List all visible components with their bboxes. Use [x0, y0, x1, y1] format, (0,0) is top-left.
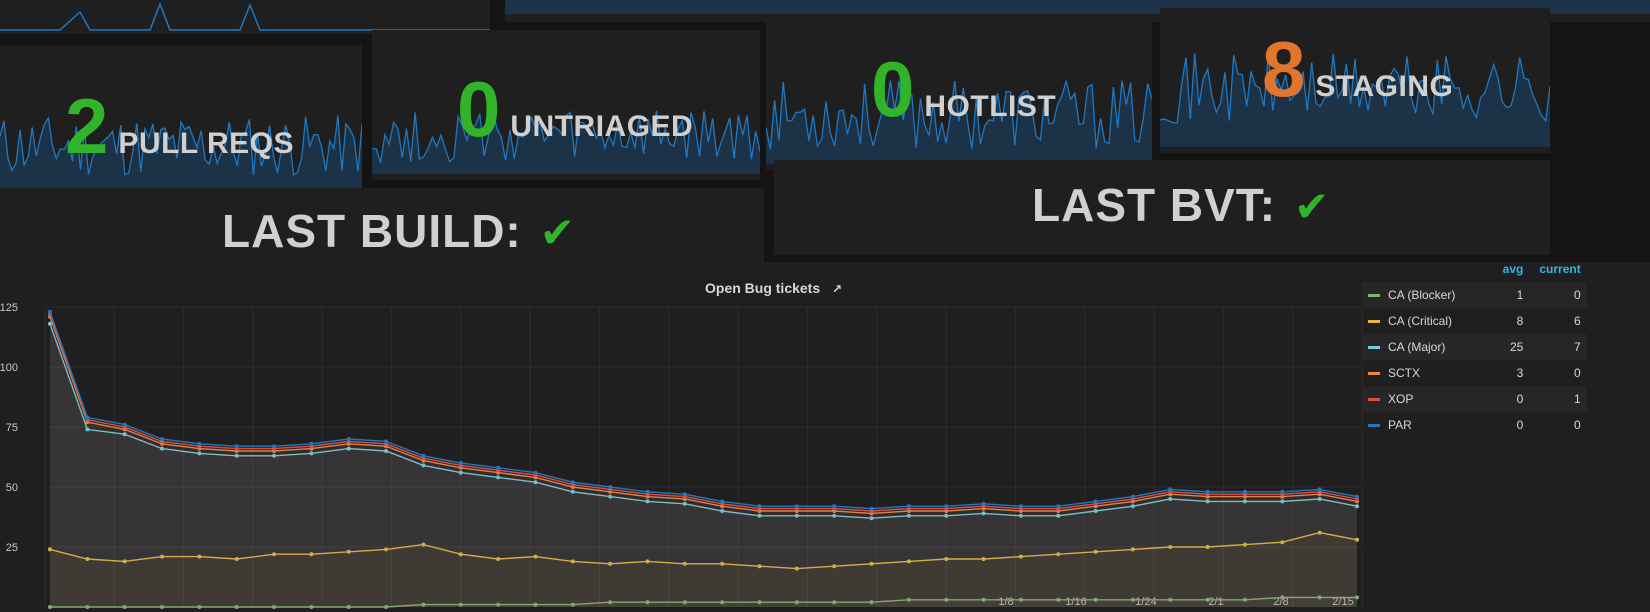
legend-current-value: 0: [1574, 418, 1581, 432]
data-point: [272, 444, 277, 449]
pull-reqs-count: 2: [65, 82, 109, 170]
data-point: [384, 439, 389, 444]
legend-current-value: 6: [1574, 314, 1581, 328]
stat-panel-hotlist[interactable]: 0 HOTLIST: [766, 22, 1152, 170]
legend-series-name: CA (Critical): [1388, 314, 1453, 328]
data-point: [458, 461, 463, 465]
data-point: [533, 470, 538, 475]
legend-header-avg[interactable]: avg: [1488, 262, 1529, 282]
data-point: [1205, 489, 1210, 494]
data-point: [720, 499, 725, 504]
data-point: [197, 441, 202, 446]
bug-chart: 2550751001251/8 1/16 1/24 2/1 2/8 2/15: [0, 302, 1363, 609]
last-build-panel: LAST BUILD: ✔: [0, 188, 764, 268]
last-build-label: LAST BUILD:: [222, 205, 522, 257]
legend-swatch: [1368, 372, 1380, 376]
data-point: [832, 504, 837, 509]
last-bvt-panel: LAST BVT: ✔: [774, 160, 1550, 255]
legend-avg-value: 3: [1516, 366, 1524, 380]
y-tick-label: 25: [6, 542, 18, 554]
y-tick-label: 125: [0, 302, 18, 314]
data-point: [645, 489, 650, 494]
data-point: [570, 480, 575, 485]
legend-swatch: [1368, 346, 1380, 350]
data-point: [1093, 499, 1098, 504]
data-point: [234, 444, 239, 449]
legend-swatch: [1368, 424, 1380, 428]
legend-avg-value: 25: [1488, 334, 1530, 360]
data-point: [906, 504, 911, 509]
legend-current-value: 0: [1529, 282, 1587, 308]
data-point: [1130, 494, 1135, 499]
data-point: [48, 309, 52, 314]
legend-current-value: 1: [1529, 386, 1587, 412]
hotlist-count: 0: [871, 45, 915, 133]
untriaged-count: 0: [457, 65, 501, 153]
data-point: [794, 504, 799, 509]
data-point: [1018, 504, 1023, 509]
legend-swatch: [1368, 398, 1380, 402]
pull-reqs-label: PULL REQS: [118, 127, 295, 160]
data-point: [757, 504, 762, 509]
data-point: [85, 415, 90, 420]
data-point: [496, 465, 501, 470]
legend-header-current[interactable]: current: [1529, 262, 1586, 282]
staging-count: 8: [1262, 25, 1306, 113]
data-point: [346, 437, 351, 441]
legend-avg-value: 8: [1516, 314, 1524, 328]
y-tick-label: 100: [0, 362, 18, 374]
top-sparkline-left: [0, 1, 490, 31]
y-tick-label: 50: [6, 482, 18, 494]
series-par[interactable]: [48, 309, 1359, 607]
legend-avg-value: 0: [1488, 386, 1530, 412]
untriaged-label: UNTRIAGED: [510, 110, 694, 143]
data-point: [682, 492, 687, 497]
data-point: [1317, 487, 1322, 492]
data-point: [981, 501, 986, 506]
chart-legend: avg current CA (Blocker) 1 0 CA (Critical) 8…: [1362, 262, 1587, 438]
data-point: [1056, 504, 1061, 509]
data-point: [160, 437, 165, 441]
top-panel-left: [0, 0, 490, 34]
legend-avg-value: 1: [1488, 282, 1530, 308]
legend-row[interactable]: CA (Blocker) 1 0: [1362, 282, 1587, 308]
data-point: [869, 506, 874, 511]
stat-panel-untriaged[interactable]: 0 UNTRIAGED: [372, 30, 760, 180]
bug-chart-panel: Open Bug tickets ↗ 25 50 75 100 125 1/8 1/16 1/…: [0, 262, 1650, 612]
data-point: [421, 453, 426, 458]
legend-series-name: XOP: [1388, 392, 1414, 406]
legend-series-name: CA (Major): [1388, 340, 1446, 354]
legend-avg-value: 0: [1516, 418, 1524, 432]
data-point: [1168, 487, 1173, 492]
data-point: [1242, 489, 1247, 494]
legend-row[interactable]: XOP 0 1: [1362, 386, 1587, 412]
legend-series-name: SCTX: [1388, 366, 1421, 380]
last-build-check-icon: ✔: [539, 209, 576, 256]
legend-row[interactable]: CA (Major) 25 7: [1362, 334, 1587, 360]
legend-swatch: [1368, 294, 1380, 298]
legend-series-name: PAR: [1388, 418, 1412, 432]
legend-series-name: CA (Blocker): [1388, 288, 1456, 302]
data-point: [1355, 494, 1359, 499]
legend-row[interactable]: SCTX 3 0: [1362, 360, 1587, 386]
staging-label: STAGING: [1315, 70, 1454, 103]
data-point: [309, 441, 314, 446]
data-point: [122, 422, 127, 427]
stat-panel-pull-reqs[interactable]: 2 PULL REQS: [0, 45, 362, 195]
stat-panel-staging[interactable]: 8 STAGING: [1160, 8, 1550, 153]
data-point: [1280, 489, 1285, 494]
last-bvt-check-icon: ✔: [1294, 183, 1331, 230]
data-point: [944, 504, 949, 509]
data-point: [608, 485, 613, 489]
y-tick-label: 75: [6, 422, 18, 434]
hotlist-label: HOTLIST: [924, 90, 1057, 123]
legend-row[interactable]: CA (Critical) 8 6: [1362, 308, 1587, 334]
legend-current-value: 7: [1529, 334, 1587, 360]
legend-row[interactable]: PAR 0 0: [1362, 412, 1587, 438]
legend-swatch: [1368, 320, 1380, 324]
last-bvt-label: LAST BVT:: [1032, 179, 1277, 231]
legend-current-value: 0: [1574, 366, 1581, 380]
